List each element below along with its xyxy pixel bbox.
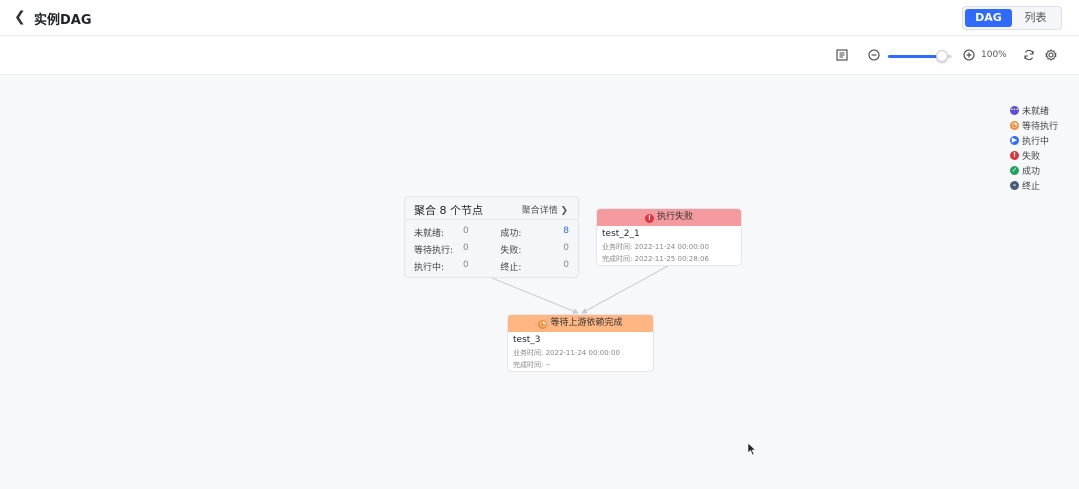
aggregate-node-header: 聚合 8 个节点 聚合详情 ❯ <box>405 197 578 220</box>
stat-label: 未就绪: <box>414 229 445 239</box>
node-business-time: 业务时间: 2022-11-24 00:00:00 <box>513 349 620 357</box>
aggregate-detail-label: 聚合详情 <box>521 206 558 216</box>
node-status-header-waiting: ◔ 等待上游依赖完成 <box>508 315 653 332</box>
node-status-header-failed: ! 执行失败 <box>597 209 741 226</box>
chevron-right-icon: ❯ <box>560 206 568 216</box>
node-status-label: 等待上游依赖完成 <box>550 318 623 328</box>
aggregate-node-title: 聚合 8 个节点 <box>414 204 483 217</box>
edge-test21-to-test3 <box>581 265 669 314</box>
stat-label: 终止: <box>500 263 522 273</box>
node-finish-time: 完成时间: 2022-11-25 00:28:06 <box>602 255 709 263</box>
stat-label: 执行中: <box>414 263 445 273</box>
node-status-label: 执行失败 <box>656 212 693 222</box>
stat-value: 0 <box>563 243 569 253</box>
stat-value: 0 <box>463 260 469 270</box>
stat-value-success: 8 <box>563 226 569 236</box>
node-business-time: 业务时间: 2022-11-24 00:00:00 <box>602 243 709 251</box>
stat-value: 0 <box>563 260 569 270</box>
stat-label: 成功: <box>500 229 522 239</box>
failed-exclamation-icon: ! <box>644 214 654 223</box>
stat-label: 失败: <box>500 246 522 256</box>
task-node-test-2-1[interactable]: ! 执行失败 test_2_1 业务时间: 2022-11-24 00:00:00… <box>596 208 742 266</box>
aggregate-stats: 未就绪: 0 成功: 8 等待执行: 0 失败: 0 执行中: 0 终止: 0 <box>414 226 569 277</box>
aggregate-stats-row: 执行中: 0 终止: 0 <box>414 260 569 277</box>
task-node-test-3[interactable]: ◔ 等待上游依赖完成 test_3 业务时间: 2022-11-24 00:00:… <box>507 314 654 372</box>
aggregate-node-card[interactable]: 聚合 8 个节点 聚合详情 ❯ 未就绪: 0 成功: 8 等待执行: 0 失败:… <box>404 196 579 278</box>
stat-label: 等待执行: <box>414 246 454 256</box>
edge-aggregate-to-test3 <box>491 277 579 314</box>
stat-value: 0 <box>463 243 469 253</box>
stat-value: 0 <box>463 226 469 236</box>
waiting-clock-icon: ◔ <box>538 320 548 329</box>
aggregate-stats-row: 未就绪: 0 成功: 8 <box>414 226 569 243</box>
aggregate-detail-link[interactable]: 聚合详情 ❯ <box>522 203 568 216</box>
node-name: test_2_1 <box>602 229 640 239</box>
node-finish-time: 完成时间: -- <box>513 361 551 369</box>
node-name: test_3 <box>513 335 541 345</box>
aggregate-stats-row: 等待执行: 0 失败: 0 <box>414 243 569 260</box>
mouse-cursor-icon <box>747 442 757 456</box>
